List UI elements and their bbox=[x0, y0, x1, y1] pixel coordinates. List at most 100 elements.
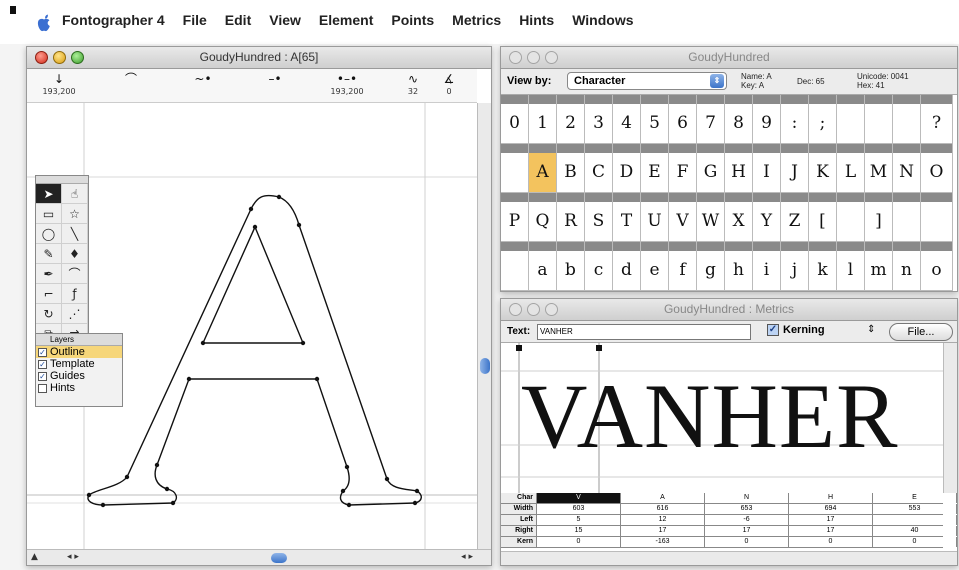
character-cell[interactable]: ] bbox=[865, 291, 893, 292]
menu-hints[interactable]: Hints bbox=[519, 12, 554, 28]
scroll-arrows[interactable]: ◂ ▸ bbox=[67, 552, 79, 562]
character-cell[interactable]: N bbox=[893, 144, 921, 193]
character-cell[interactable]: i bbox=[753, 242, 781, 291]
metrics-cell[interactable]: -6 bbox=[705, 515, 789, 525]
character-cell[interactable]: ] bbox=[865, 193, 893, 242]
layer-template[interactable]: ✓ Template bbox=[36, 358, 122, 370]
character-cell[interactable] bbox=[837, 95, 865, 144]
character-cell[interactable]: l bbox=[837, 242, 865, 291]
character-cell[interactable]: J bbox=[781, 144, 809, 193]
scroll-arrows[interactable]: ◂ ▸ bbox=[461, 552, 473, 562]
metrics-cell[interactable]: 12 bbox=[621, 515, 705, 525]
file-button[interactable]: File... bbox=[889, 323, 953, 341]
character-cell[interactable]: c bbox=[585, 242, 613, 291]
character-cell[interactable]: S bbox=[585, 193, 613, 242]
character-cell[interactable]: f bbox=[669, 242, 697, 291]
menu-windows[interactable]: Windows bbox=[572, 12, 633, 28]
metrics-horizontal-scrollbar[interactable] bbox=[501, 551, 957, 565]
metrics-cell[interactable]: 17 bbox=[705, 526, 789, 536]
character-cell[interactable]: H bbox=[725, 144, 753, 193]
star-tool[interactable]: ☆ bbox=[62, 204, 88, 224]
character-cell[interactable] bbox=[893, 193, 921, 242]
palette-titlebar[interactable] bbox=[36, 176, 88, 184]
metrics-cell[interactable]: 15 bbox=[537, 526, 621, 536]
stepper-icon[interactable]: ⇕ bbox=[867, 324, 875, 335]
character-cell[interactable] bbox=[865, 95, 893, 144]
character-cell[interactable] bbox=[893, 95, 921, 144]
menu-element[interactable]: Element bbox=[319, 12, 373, 28]
character-cell[interactable]: B bbox=[557, 144, 585, 193]
character-cell[interactable]: Q bbox=[529, 193, 557, 242]
pointer-tool[interactable]: ➤ bbox=[36, 184, 62, 204]
character-cell[interactable]: W bbox=[697, 193, 725, 242]
character-cell[interactable]: D bbox=[613, 144, 641, 193]
character-cell[interactable]: U bbox=[641, 193, 669, 242]
menu-metrics[interactable]: Metrics bbox=[452, 12, 501, 28]
tangent-tool[interactable]: ƒ bbox=[62, 284, 88, 304]
font-titlebar[interactable]: GoudyHundred bbox=[501, 47, 957, 69]
character-cell[interactable]: G bbox=[697, 144, 725, 193]
metrics-cell[interactable]: H bbox=[789, 493, 873, 503]
ellipse-tool[interactable]: ◯ bbox=[36, 224, 62, 244]
character-cell[interactable]: K bbox=[809, 144, 837, 193]
outline-horizontal-scrollbar[interactable]: ▲ ◂ ▸ ◂ ▸ bbox=[27, 549, 491, 565]
character-cell[interactable]: Z bbox=[781, 193, 809, 242]
glyph-canvas[interactable] bbox=[27, 103, 479, 551]
metrics-cell[interactable]: 603 bbox=[537, 504, 621, 514]
character-cell[interactable] bbox=[501, 144, 529, 193]
character-cell[interactable]: b bbox=[557, 242, 585, 291]
checkbox[interactable]: ✓ bbox=[38, 359, 47, 369]
rotate-tool[interactable]: ↻ bbox=[36, 304, 62, 324]
character-cell[interactable]: M bbox=[865, 144, 893, 193]
knife-tool[interactable]: ♦ bbox=[62, 244, 88, 264]
scroll-thumb[interactable] bbox=[271, 553, 287, 563]
character-cell[interactable]: y bbox=[753, 291, 781, 292]
character-cell[interactable]: C bbox=[585, 144, 613, 193]
character-cell[interactable]: o bbox=[921, 242, 953, 291]
character-cell[interactable]: e bbox=[641, 242, 669, 291]
character-cell[interactable]: t bbox=[613, 291, 641, 292]
character-cell[interactable]: ; bbox=[809, 95, 837, 144]
character-cell[interactable] bbox=[893, 291, 921, 292]
character-cell[interactable]: 4 bbox=[613, 95, 641, 144]
metrics-titlebar[interactable]: GoudyHundred : Metrics bbox=[501, 299, 957, 321]
character-cell[interactable]: w bbox=[697, 291, 725, 292]
character-cell[interactable]: L bbox=[837, 144, 865, 193]
layer-hints[interactable]: Hints bbox=[36, 382, 122, 394]
layer-guides[interactable]: ✓ Guides bbox=[36, 370, 122, 382]
metrics-cell[interactable]: N bbox=[705, 493, 789, 503]
character-cell[interactable]: T bbox=[613, 193, 641, 242]
character-cell[interactable]: n bbox=[893, 242, 921, 291]
character-cell[interactable] bbox=[837, 291, 865, 292]
character-cell[interactable]: A bbox=[529, 144, 557, 193]
checkbox[interactable]: ✓ bbox=[38, 347, 47, 357]
metrics-cell[interactable]: 0 bbox=[789, 537, 873, 547]
metrics-cell[interactable]: V bbox=[537, 493, 621, 503]
character-cell[interactable]: [ bbox=[809, 193, 837, 242]
character-cell[interactable]: ? bbox=[921, 95, 953, 144]
character-cell[interactable]: V bbox=[669, 193, 697, 242]
metrics-cell[interactable]: 17 bbox=[621, 526, 705, 536]
outline-titlebar[interactable]: GoudyHundred : A[65] bbox=[27, 47, 491, 69]
character-cell[interactable]: m bbox=[865, 242, 893, 291]
rectangle-tool[interactable]: ▭ bbox=[36, 204, 62, 224]
character-cell[interactable]: s bbox=[585, 291, 613, 292]
character-cell[interactable]: d bbox=[613, 242, 641, 291]
menu-view[interactable]: View bbox=[269, 12, 301, 28]
character-cell[interactable]: 2 bbox=[557, 95, 585, 144]
character-cell[interactable]: v bbox=[669, 291, 697, 292]
view-by-select[interactable]: Character ⇕ bbox=[567, 72, 727, 90]
checkbox[interactable]: ✓ bbox=[767, 324, 779, 336]
character-cell[interactable]: j bbox=[781, 242, 809, 291]
metrics-cell[interactable]: 553 bbox=[873, 504, 957, 514]
character-cell[interactable]: E bbox=[641, 144, 669, 193]
metrics-cell[interactable]: 17 bbox=[789, 526, 873, 536]
character-cell[interactable] bbox=[501, 242, 529, 291]
character-cell[interactable]: z bbox=[781, 291, 809, 292]
character-cell[interactable]: 0 bbox=[501, 95, 529, 144]
metrics-cell[interactable] bbox=[873, 515, 957, 525]
character-cell[interactable]: x bbox=[725, 291, 753, 292]
metrics-cell[interactable]: A bbox=[621, 493, 705, 503]
character-cell[interactable]: 8 bbox=[725, 95, 753, 144]
kerning-checkbox[interactable]: ✓ Kerning bbox=[767, 324, 825, 336]
